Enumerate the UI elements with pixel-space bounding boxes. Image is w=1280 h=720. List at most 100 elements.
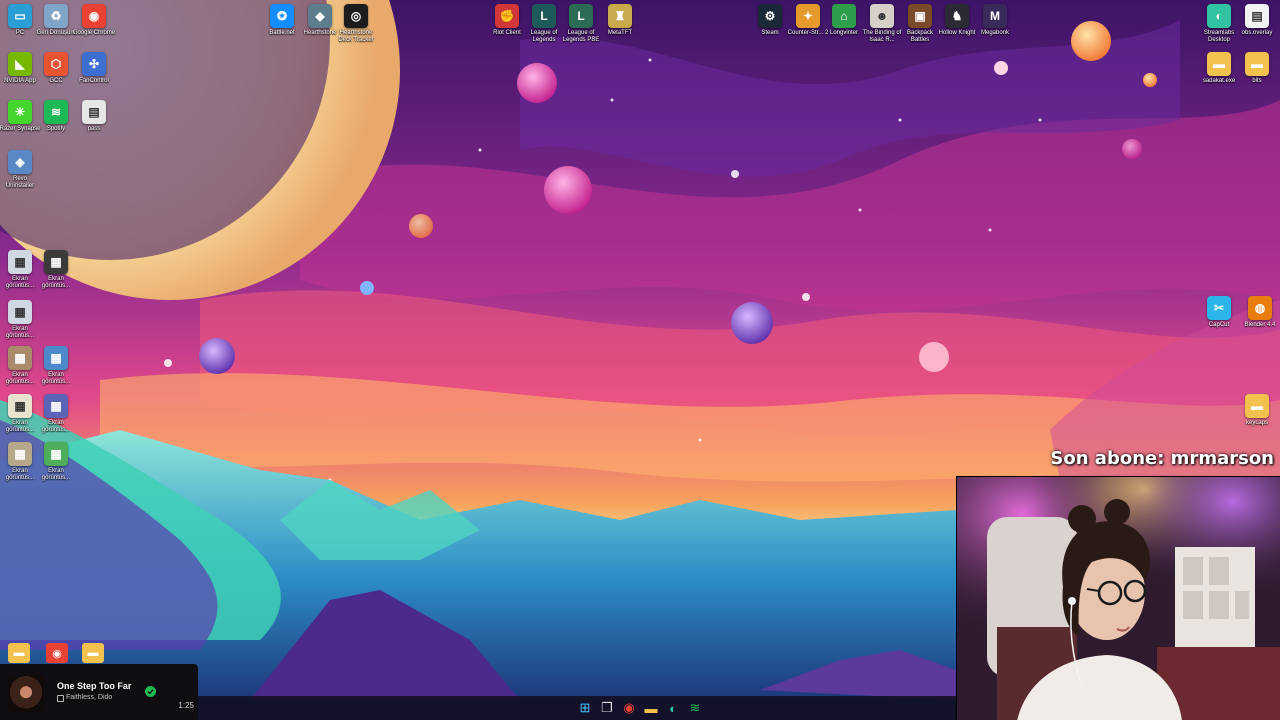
desktop-shortcut[interactable]: ◐ Streamlabs Desktop (1199, 4, 1239, 44)
longvinter-icon: ⌂ (832, 4, 856, 28)
track-elapsed-time: 1:25 (178, 701, 194, 710)
league-pbe-icon: L (569, 4, 593, 28)
desktop-shortcut[interactable]: L League of Legends (524, 4, 564, 44)
streamlabs-icon: ◐ (1207, 4, 1231, 28)
desktop-shortcut[interactable]: ⚙ Steam (750, 4, 790, 37)
spotify-icon: ≋ (44, 100, 68, 124)
desktop-shortcut[interactable]: ≋ Spotify (36, 100, 76, 133)
desktop-shortcut[interactable]: ▤ pass (74, 100, 114, 133)
desktop-shortcut-label: pass (87, 126, 101, 132)
folder-icon[interactable]: ▬ (8, 643, 30, 663)
desktop-shortcut[interactable]: ▬ keycaps (1237, 394, 1277, 427)
desktop-shortcut-label: keycaps (1245, 420, 1268, 426)
desktop-shortcut-label: Ekran görüntüs... (41, 420, 71, 433)
desktop-shortcut-label: Ekran görüntüs... (41, 372, 71, 385)
desktop-shortcut[interactable]: M Megabonk (975, 4, 1015, 37)
desktop-shortcut[interactable]: ▦ Ekran görüntüs... (36, 346, 76, 386)
desktop-shortcut[interactable]: ▦ Ekran görüntüs... (36, 394, 76, 434)
desktop-shortcut-label: League of Legends PBE (562, 30, 600, 43)
desktop-shortcut[interactable]: L League of Legends PBE (561, 4, 601, 44)
desktop-shortcut-label: Revo Uninstaller (5, 176, 35, 189)
streamlabs-icon[interactable]: ◐ (665, 700, 681, 716)
desktop-shortcut-label: Hearthstone Deck Tracker (338, 30, 374, 43)
desktop-shortcut[interactable]: ▦ Ekran görüntüs... (36, 250, 76, 290)
metatft-icon: ♜ (608, 4, 632, 28)
gcc-icon: ⬡ (44, 52, 68, 76)
desktop-shortcut[interactable]: ▬ sadakat.exe (1199, 52, 1239, 85)
desktop-shortcut-label: CapCut (1208, 322, 1230, 328)
hollow-knight-icon: ♞ (945, 4, 969, 28)
screenshot-icon: ▦ (44, 442, 68, 466)
desktop-shortcut[interactable]: ✂ CapCut (1199, 296, 1239, 329)
desktop-shortcut[interactable]: ✪ Battle.net (262, 4, 302, 37)
liked-check-icon[interactable] (145, 686, 156, 697)
recycle-bin-icon: ♻ (44, 4, 68, 28)
hearthstone-icon: ◆ (308, 4, 332, 28)
isaac-icon: ☻ (870, 4, 894, 28)
backpack-icon: ▣ (908, 4, 932, 28)
desktop-shortcut-label: bits (1252, 78, 1262, 84)
spotify-now-playing-widget[interactable]: One Step Too Far ( Faithless, Dido 1:25 (0, 664, 198, 720)
desktop-shortcut[interactable]: ♞ Hollow Knight (937, 4, 977, 37)
folder-icon: ▬ (1207, 52, 1231, 76)
screenshot-icon: ▦ (8, 346, 32, 370)
device-icon (57, 695, 64, 702)
steam-icon: ⚙ (758, 4, 782, 28)
desktop-shortcut-label: Blender 4.4 (1244, 322, 1276, 328)
album-cover (8, 676, 44, 712)
desktop-shortcut[interactable]: ☻ The Binding of Isaac R... (862, 4, 902, 44)
desktop-shortcut[interactable]: ◉ Google Chrome (73, 4, 115, 37)
desktop-shortcut[interactable]: ▤ obs.overlay (1237, 4, 1277, 37)
revo-icon: ◈ (8, 150, 32, 174)
folder-icon: ▬ (1245, 52, 1269, 76)
razer-icon: ✳ (8, 100, 32, 124)
desktop-shortcut[interactable]: ⬡ GCC (36, 52, 76, 85)
file-explorer-icon[interactable]: ▬ (643, 700, 659, 716)
desktop-shortcut-label: obs.overlay (1241, 30, 1273, 36)
task-view-icon[interactable]: ❐ (599, 700, 615, 716)
desktop-shortcut[interactable]: ♜ MetaTFT (600, 4, 640, 37)
cs2-icon: ✦ (796, 4, 820, 28)
document-icon: ▤ (82, 100, 106, 124)
monitor-icon: ▭ (8, 4, 32, 28)
chrome-icon[interactable]: ◉ (621, 700, 637, 716)
desktop-shortcut[interactable]: ✣ FanControl (74, 52, 114, 85)
nvidia-icon: ◣ (8, 52, 32, 76)
league-icon: L (532, 4, 556, 28)
desktop-shortcut[interactable]: ⌂ Longvinter (824, 4, 864, 37)
screenshot-icon: ▦ (44, 346, 68, 370)
megabonk-icon: M (983, 4, 1007, 28)
desktop-shortcut-label: Ekran görüntüs... (5, 326, 35, 339)
fan-icon: ✣ (82, 52, 106, 76)
windows-start-icon[interactable]: ⊞ (577, 700, 593, 716)
desktop-shortcut[interactable]: ▣ Backpack Battles (900, 4, 940, 44)
riot-icon: ✊ (495, 4, 519, 28)
desktop-shortcut[interactable]: ▦ Ekran görüntüs... (0, 300, 40, 340)
screenshot-icon: ▦ (44, 250, 68, 274)
desktop-shortcut[interactable]: ♻ Geri Dönüşüm (36, 4, 76, 37)
desktop-shortcut-label: Ekran görüntüs... (41, 468, 71, 481)
desktop-shortcut-label: FanControl (79, 78, 109, 84)
document-icon: ▤ (1245, 4, 1269, 28)
webcam-feed (956, 476, 1280, 720)
webcam-image (957, 477, 1280, 720)
track-artist: Faithless, Dido (66, 694, 113, 701)
desktop-shortcut-label: MetaTFT (607, 30, 633, 36)
screenshot-icon: ▦ (44, 394, 68, 418)
desktop-shortcut[interactable]: ◈ Revo Uninstaller (0, 150, 40, 190)
latest-subscriber-overlay: Son abone: mrmarson (1050, 448, 1274, 469)
deck-tracker-icon: ◎ (344, 4, 368, 28)
desktop-shortcut[interactable]: ▦ Ekran görüntüs... (36, 442, 76, 482)
desktop-shortcut[interactable]: ◎ Hearthstone Deck Tracker (336, 4, 376, 44)
folder-icon: ▬ (1245, 394, 1269, 418)
spotify-icon[interactable]: ≋ (687, 700, 703, 716)
desktop-shortcut[interactable]: ▬ bits (1237, 52, 1277, 85)
folder-icon[interactable]: ▬ (82, 643, 104, 663)
desktop-shortcut-label: Ekran görüntüs... (41, 276, 71, 289)
screenshot-icon: ▦ (8, 250, 32, 274)
desktop-shortcut[interactable]: ◍ Blender 4.4 (1240, 296, 1280, 329)
screenshot-icon: ▦ (8, 394, 32, 418)
chrome-icon[interactable]: ◉ (46, 643, 68, 663)
desktop-shortcut[interactable]: ✊ Riot Client (487, 4, 527, 37)
chrome-icon: ◉ (82, 4, 106, 28)
